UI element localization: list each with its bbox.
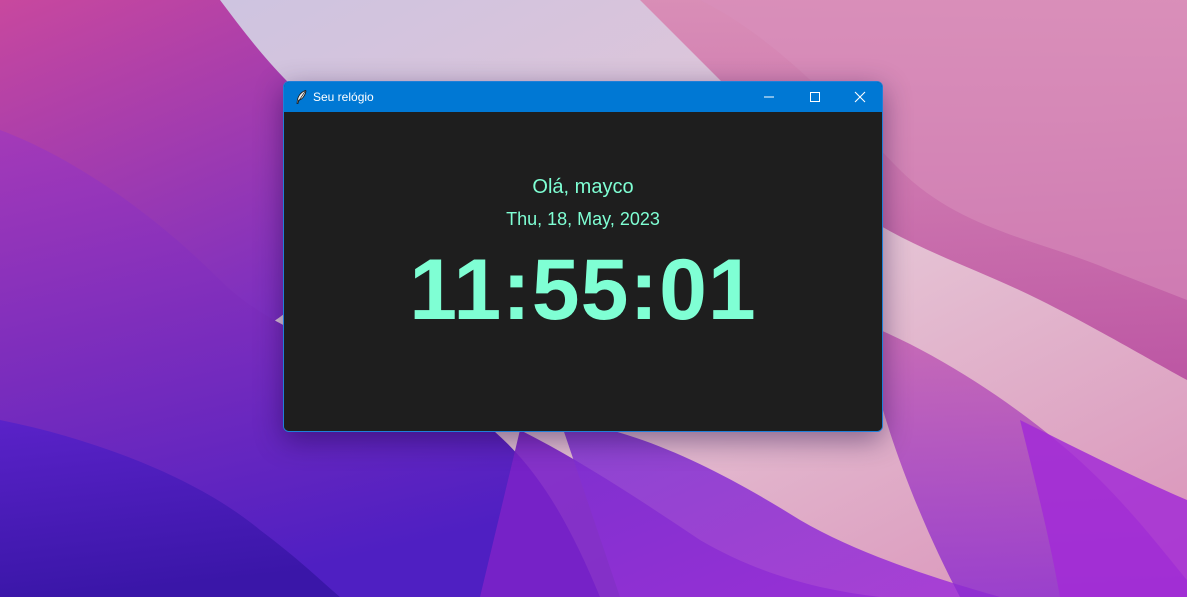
time-display: 11:55:01: [409, 242, 757, 338]
clock-panel: Olá, mayco Thu, 18, May, 2023 11:55:01: [284, 112, 882, 431]
minimize-button[interactable]: [746, 82, 792, 112]
maximize-icon: [810, 92, 820, 102]
greeting-label: Olá, mayco: [532, 176, 634, 198]
maximize-button[interactable]: [792, 82, 838, 112]
minimize-icon: [764, 96, 774, 98]
desktop: Seu relógio Olá, mayco Thu, 18, May, 202…: [0, 0, 1187, 597]
date-label: Thu, 18, May, 2023: [506, 209, 660, 229]
close-icon: [854, 91, 866, 103]
clock-window: Seu relógio Olá, mayco Thu, 18, May, 202…: [283, 81, 883, 432]
window-title: Seu relógio: [313, 90, 374, 104]
title-bar[interactable]: Seu relógio: [284, 82, 882, 112]
close-button[interactable]: [837, 82, 882, 112]
feather-icon: [296, 90, 307, 104]
